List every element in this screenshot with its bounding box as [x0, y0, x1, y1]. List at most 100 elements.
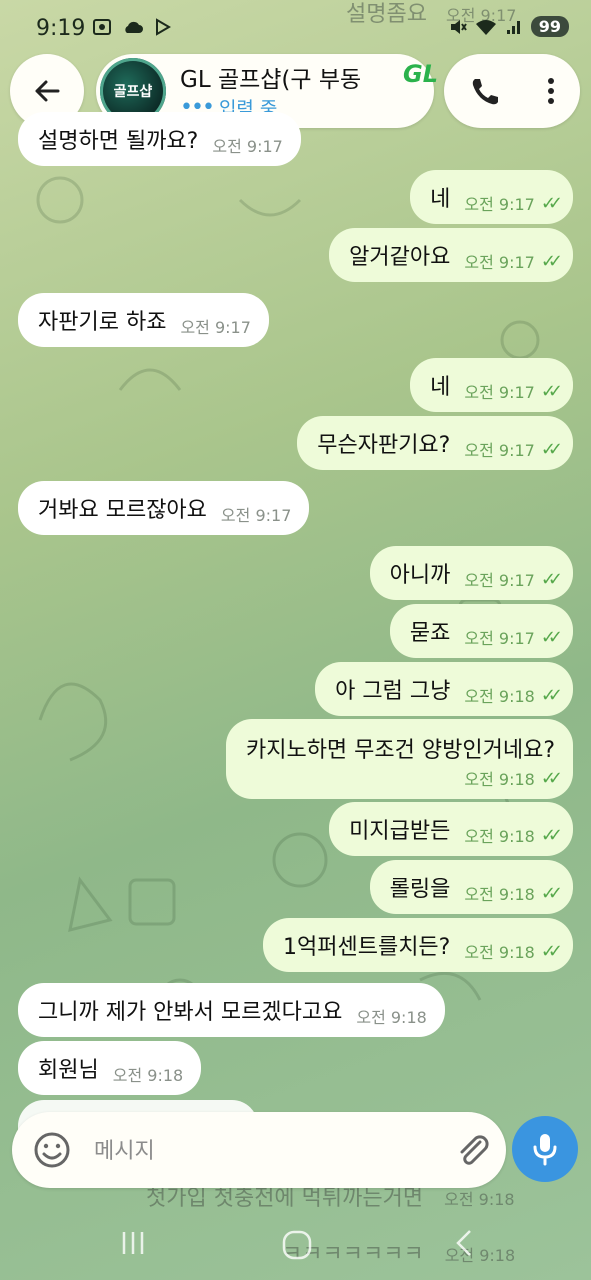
mute-icon	[450, 19, 467, 34]
message-bubble[interactable]: 네 오전 9:17 ✓✓	[410, 170, 573, 224]
message-meta: 오전 9:18 ✓✓	[464, 766, 563, 790]
read-check-icon: ✓✓	[540, 192, 563, 214]
status-time: 9:19	[36, 16, 86, 41]
message-time: 오전 9:17	[464, 441, 535, 460]
message-text: 회원님	[38, 1058, 99, 1083]
message-meta: 오전 9:17 ✓✓	[464, 425, 563, 461]
message-time: 오전 9:17	[212, 137, 283, 156]
more-vert-icon[interactable]	[546, 76, 556, 106]
message-bubble[interactable]: 무슨자판기요? 오전 9:17 ✓✓	[297, 416, 573, 470]
status-right-icons: 99	[449, 16, 569, 37]
faded-message-text: 첫가입 첫충전에 먹튀까는거면	[146, 1186, 424, 1211]
message-bubble[interactable]: 카지노하면 무조건 양방인거네요? 오전 9:18 ✓✓	[225, 719, 573, 799]
signal-icon	[506, 20, 520, 34]
message-text: 네	[430, 375, 451, 400]
message-bubble[interactable]: 그니까 제가 안봐서 모르겠다고요 오전 9:18	[18, 983, 445, 1037]
status-bar: 9:19 99	[0, 0, 591, 58]
screenshot-icon	[93, 19, 111, 35]
message-bubble[interactable]: 롤링을 오전 9:18 ✓✓	[369, 860, 573, 914]
message-bubble[interactable]: 1억퍼센트를치든? 오전 9:18 ✓✓	[263, 918, 573, 972]
message-bubble[interactable]: 미지급받든 오전 9:18 ✓✓	[329, 802, 573, 856]
message-bubble[interactable]: 회원님 오전 9:18	[18, 1041, 202, 1095]
message-time: 오전 9:17	[464, 571, 535, 590]
message-meta: 오전 9:17 ✓✓	[464, 367, 563, 403]
message-time: 오전 9:18	[112, 1066, 184, 1085]
status-left-icons	[92, 18, 172, 36]
message-bubble[interactable]: 아니까 오전 9:17 ✓✓	[369, 546, 573, 600]
message-bubble[interactable]: 설명하면 될까요? 오전 9:17	[18, 112, 301, 166]
message-time: 오전 9:17	[464, 383, 535, 402]
chat-title: GL 골프샵(구 부동	[180, 67, 362, 93]
back-nav-icon[interactable]	[452, 1228, 476, 1258]
message-time: 오전 9:18	[464, 770, 535, 789]
message-text: 설명하면 될까요?	[38, 129, 199, 154]
read-check-icon: ✓✓	[540, 824, 563, 846]
message-meta: 오전 9:18	[356, 992, 426, 1028]
message-bubble[interactable]: 묻죠 오전 9:17 ✓✓	[389, 604, 573, 658]
gl-logo: GL	[403, 60, 438, 88]
recent-apps-icon[interactable]	[118, 1228, 148, 1258]
message-bubble[interactable]: 거봐요 모르잖아요 오전 9:17	[18, 481, 310, 535]
message-time: 오전 9:18	[464, 885, 535, 904]
message-input[interactable]	[92, 1130, 426, 1172]
read-check-icon: ✓✓	[540, 380, 563, 402]
read-check-icon: ✓✓	[540, 250, 563, 272]
message-meta: 오전 9:17 ✓✓	[464, 237, 563, 273]
message-bubble[interactable]: 네 오전 9:17 ✓✓	[410, 358, 573, 412]
message-text: 그니까 제가 안봐서 모르겠다고요	[38, 1000, 343, 1025]
message-meta: 오전 9:17	[221, 490, 291, 526]
attach-icon[interactable]	[452, 1130, 492, 1170]
read-check-icon: ✓✓	[540, 568, 563, 590]
wifi-icon	[475, 19, 496, 35]
message-text: 아니까	[389, 563, 451, 588]
mic-icon	[533, 1134, 557, 1166]
message-composer	[12, 1112, 506, 1188]
message-bubble[interactable]: 아 그럼 그냥 오전 9:18 ✓✓	[315, 662, 573, 716]
message-text: 롤링을	[389, 877, 451, 902]
message-time: 오전 9:18	[464, 827, 535, 846]
message-text: 알거같아요	[349, 245, 451, 270]
mic-button[interactable]	[512, 1116, 578, 1182]
message-time: 오전 9:17	[220, 506, 292, 525]
system-nav-bar	[0, 1214, 591, 1280]
message-time: 오전 9:18	[464, 687, 535, 706]
faded-message-time: 오전 9:18	[444, 1190, 515, 1209]
message-time: 오전 9:17	[464, 253, 535, 272]
read-check-icon: ✓✓	[540, 684, 563, 706]
read-check-icon: ✓✓	[540, 940, 563, 962]
cloud-icon	[125, 21, 143, 33]
message-text: 네	[430, 187, 451, 212]
message-meta: 오전 9:17 ✓✓	[464, 179, 563, 215]
message-time: 오전 9:18	[356, 1008, 427, 1027]
message-text: 카지노하면 무조건 양방인거네요?	[245, 738, 555, 763]
message-time: 오전 9:18	[464, 943, 535, 962]
message-meta: 오전 9:17	[212, 121, 282, 157]
message-text: 거봐요 모르잖아요	[38, 498, 207, 523]
message-meta: 오전 9:18 ✓✓	[464, 927, 563, 963]
message-text: 묻죠	[409, 621, 451, 646]
read-check-icon: ✓✓	[540, 626, 563, 648]
message-text: 자판기로 하죠	[38, 310, 167, 335]
home-icon[interactable]	[280, 1228, 314, 1262]
header-actions	[444, 54, 580, 128]
avatar-text: 골프샵	[113, 84, 153, 100]
play-store-icon	[156, 18, 171, 36]
back-arrow-icon	[35, 80, 60, 102]
message-meta: 오전 9:18 ✓✓	[464, 811, 563, 847]
message-meta: 오전 9:18 ✓✓	[464, 869, 563, 905]
read-check-icon: ✓✓	[540, 767, 563, 789]
message-bubble[interactable]: 알거같아요 오전 9:17 ✓✓	[329, 228, 573, 282]
message-time: 오전 9:17	[464, 629, 535, 648]
message-meta: 오전 9:18	[113, 1050, 183, 1086]
message-bubble[interactable]: 자판기로 하죠 오전 9:17	[18, 293, 269, 347]
message-text: 무슨자판기요?	[317, 433, 451, 458]
message-time: 오전 9:17	[464, 195, 535, 214]
phone-icon[interactable]	[468, 76, 498, 106]
emoji-icon[interactable]	[32, 1130, 72, 1170]
message-meta: 오전 9:17	[180, 302, 250, 338]
message-text: 아 그럼 그냥	[335, 679, 451, 704]
message-meta: 오전 9:18 ✓✓	[464, 671, 563, 707]
battery-indicator: 99	[530, 16, 569, 37]
message-time: 오전 9:17	[180, 318, 251, 337]
read-check-icon: ✓✓	[540, 882, 563, 904]
